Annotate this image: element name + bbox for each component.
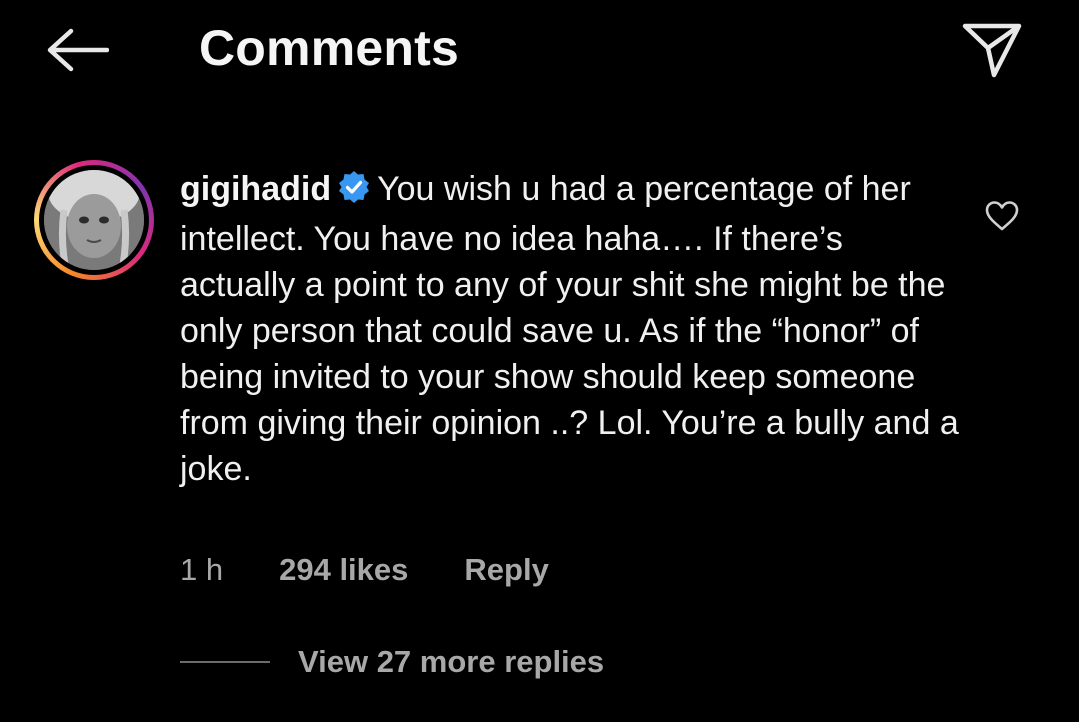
- paper-plane-icon: [962, 23, 1022, 78]
- reply-button[interactable]: Reply: [464, 550, 548, 590]
- back-button[interactable]: [40, 22, 114, 78]
- profile-photo: [44, 170, 144, 270]
- share-button[interactable]: [955, 16, 1029, 82]
- view-replies-button[interactable]: View 27 more replies: [180, 642, 604, 682]
- verified-badge-icon: [337, 170, 371, 216]
- view-replies-label: View 27 more replies: [298, 644, 605, 679]
- arrow-left-icon: [47, 28, 109, 72]
- comment-body: gigihadid You wish u had a percentage of…: [180, 166, 960, 492]
- comment-meta: 1 h 294 likes Reply: [180, 550, 549, 590]
- comment-text: You wish u had a percentage of her intel…: [180, 170, 959, 488]
- header-bar: Comments: [0, 0, 1079, 100]
- avatar: [44, 170, 144, 270]
- comment-username[interactable]: gigihadid: [180, 170, 331, 208]
- heart-outline-icon: [985, 201, 1019, 231]
- comment-likes-count[interactable]: 294 likes: [279, 550, 408, 590]
- comment-timestamp: 1 h: [180, 552, 224, 587]
- like-button[interactable]: [980, 196, 1024, 236]
- replies-divider: [180, 661, 270, 663]
- story-ring[interactable]: [34, 160, 154, 280]
- page-title: Comments: [199, 20, 459, 76]
